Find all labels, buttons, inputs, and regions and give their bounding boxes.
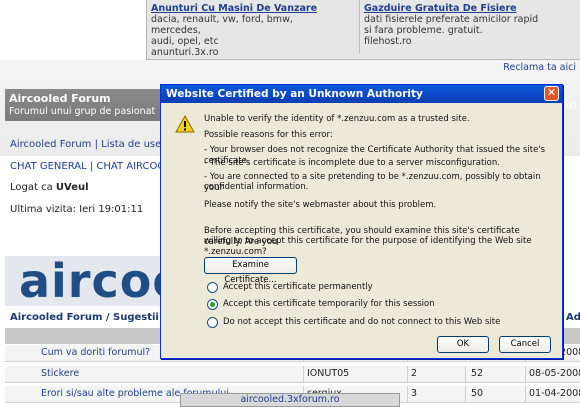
forum-banner: Aircooled Forum Forumul unui grup de pas…	[5, 89, 175, 121]
logged-label: Logat ca	[10, 182, 56, 193]
radio-button[interactable]	[207, 317, 218, 328]
radio-button[interactable]	[207, 282, 218, 293]
topic-date: 01-04-2008	[529, 388, 580, 399]
forum-title: Aircooled Forum	[9, 92, 111, 105]
breadcrumb-right[interactable]: Adv	[566, 312, 580, 323]
forum-right-fragment: ist.	[566, 101, 580, 112]
dialog-title: Website Certified by an Unknown Authorit…	[166, 88, 423, 100]
ad-2-title[interactable]: Gazduire Gratuita De Fisiere	[364, 3, 579, 14]
ad-1-line: audi, opel, etc	[151, 36, 219, 47]
warning-icon	[175, 115, 195, 133]
radio-button[interactable]	[207, 299, 218, 310]
topic-views: 52	[471, 368, 484, 379]
topic-author: IONUT05	[307, 368, 350, 379]
ad-1-title[interactable]: Anunturi Cu Masini De Vanzare	[151, 3, 351, 14]
topic-replies: 3	[411, 388, 418, 399]
table-row[interactable]: Stickere IONUT05 2 52 08-05-2008	[5, 366, 580, 383]
ad-1-line: mercedes,	[151, 25, 201, 36]
forum-subtitle: Forumul unui grup de pasionat	[9, 106, 156, 117]
cancel-button[interactable]: Cancel	[499, 336, 551, 353]
certificate-dialog: Website Certified by an Unknown Authorit…	[160, 84, 563, 359]
close-icon: ✕	[546, 86, 557, 99]
topic-title[interactable]: Stickere	[41, 368, 79, 379]
breadcrumb[interactable]: Aircooled Forum / Sugestii si	[10, 312, 172, 323]
ad-1[interactable]: Anunturi Cu Masini De Vanzare dacia, ren…	[151, 3, 351, 58]
topic-title[interactable]: Cum va doriti forumul?	[41, 347, 150, 358]
radio-selected-dot	[210, 302, 215, 307]
ad-box: Anunturi Cu Masini De Vanzare dacia, ren…	[146, 0, 580, 60]
notify-text: Please notify the site's webmaster about…	[204, 200, 437, 210]
option-label: Do not accept this certificate and do no…	[223, 317, 501, 327]
topic-date: 08-05-2008	[529, 368, 580, 379]
ad-2-line: dati fisierele preferate amicilor rapid	[364, 14, 539, 25]
reasons-header: Possible reasons for this error:	[204, 130, 333, 140]
forum-logo[interactable]: aircoo	[5, 256, 184, 306]
reason-3b: confidential information.	[204, 182, 309, 192]
dialog-titlebar[interactable]: Website Certified by an Unknown Authorit…	[161, 85, 562, 103]
logged-user: UVeul	[55, 182, 89, 193]
ad-1-line: anunturi.3x.ro	[151, 47, 219, 58]
nav-links[interactable]: Aircooled Forum | Lista de usei	[10, 139, 164, 150]
before-text-b: willing to to accept this certificate fo…	[204, 236, 532, 257]
ad-2-line: si fara probleme. gratuit.	[364, 25, 483, 36]
option-label: Accept this certificate temporarily for …	[223, 299, 435, 309]
ok-button[interactable]: OK	[437, 336, 489, 353]
ad-link[interactable]: Reclama ta aici	[503, 62, 576, 73]
reason-2: - The site's certificate is incomplete d…	[204, 158, 500, 168]
chat-links[interactable]: CHAT GENERAL | CHAT AIRCOO	[10, 161, 165, 172]
topic-replies: 2	[411, 368, 418, 379]
examine-certificate-button[interactable]: Examine Certificate...	[204, 257, 297, 285]
ad-2-line: filehost.ro	[364, 36, 412, 47]
dialog-intro: Unable to verify the identity of *.zenzu…	[204, 114, 470, 124]
ad-1-line: dacia, renault, vw, ford, bmw,	[151, 14, 293, 25]
logged-in-text: Logat ca UVeul	[10, 182, 89, 193]
option-label: Accept this certificate permanently	[223, 282, 373, 292]
last-visit: Ultima vizita: Ieri 19:01:11	[10, 204, 144, 215]
status-bar-url: aircooled.3xforum.ro	[180, 393, 400, 407]
topic-views: 50	[471, 388, 484, 399]
close-button[interactable]: ✕	[544, 86, 559, 101]
ad-2[interactable]: Gazduire Gratuita De Fisiere dati fisier…	[359, 0, 579, 54]
